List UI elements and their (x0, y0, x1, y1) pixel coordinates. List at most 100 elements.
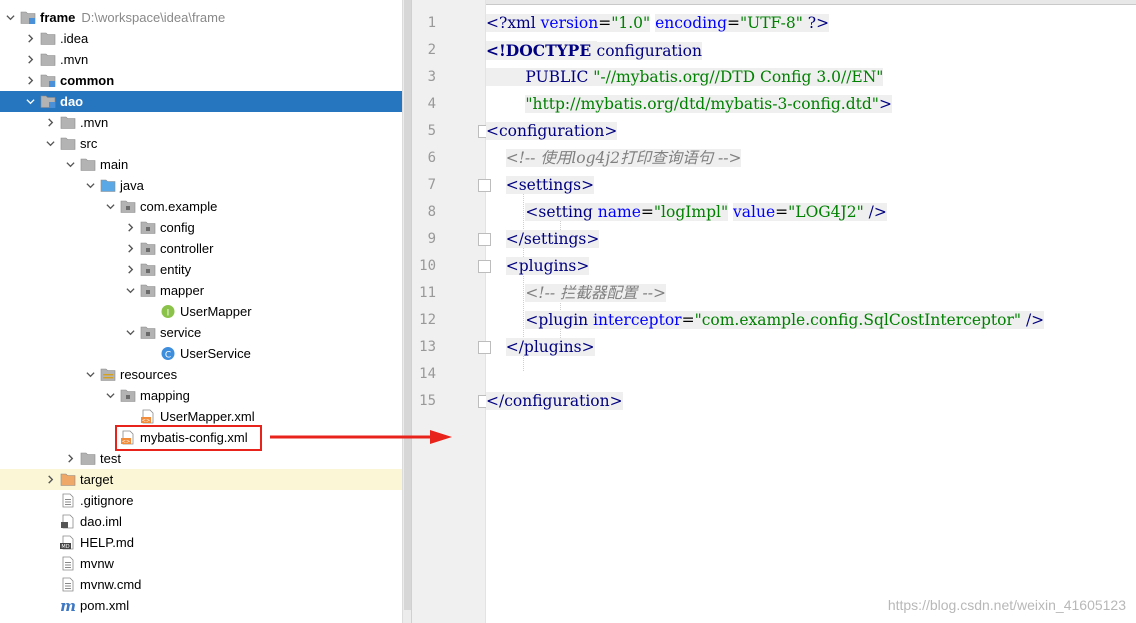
tree-item[interactable]: mapper (0, 280, 402, 301)
tree-item[interactable]: java (0, 175, 402, 196)
chevron-right-icon[interactable] (24, 49, 36, 70)
tree-item[interactable]: test (0, 448, 402, 469)
chevron-down-icon[interactable] (104, 385, 116, 406)
tree-item[interactable]: target (0, 469, 402, 490)
tree-item-label: controller (160, 241, 214, 256)
tree-item[interactable]: resources (0, 364, 402, 385)
code-line[interactable]: <configuration> (486, 118, 618, 145)
text-file-icon (60, 577, 76, 592)
chevron-down-icon[interactable] (44, 133, 56, 154)
package-icon (120, 388, 136, 403)
tree-item[interactable]: controller (0, 238, 402, 259)
line-number: 5 (427, 123, 436, 139)
code-line[interactable]: </plugins> (486, 334, 595, 361)
module-folder-icon (40, 73, 56, 88)
line-number: 3 (427, 69, 436, 85)
chevron-right-icon[interactable] (124, 238, 136, 259)
tree-item[interactable]: com.example (0, 196, 402, 217)
line-number: 11 (419, 285, 436, 301)
tree-item[interactable]: entity (0, 259, 402, 280)
tree-item[interactable]: .idea (0, 28, 402, 49)
code-line[interactable]: <!DOCTYPE configuration (486, 37, 702, 64)
chevron-right-icon[interactable] (124, 217, 136, 238)
tree-item[interactable]: mapping (0, 385, 402, 406)
watermark: https://blog.csdn.net/weixin_41605123 (887, 597, 1126, 613)
code-line[interactable]: </settings> (486, 226, 600, 253)
tree-item-label: mapper (160, 283, 205, 298)
tree-item[interactable]: .mvn (0, 112, 402, 133)
chevron-down-icon[interactable] (64, 154, 76, 175)
tree-item-label: src (80, 136, 98, 151)
svg-text:MD: MD (61, 544, 69, 550)
chevron-down-icon[interactable] (124, 322, 136, 343)
tree-item-label: UserMapper (180, 304, 252, 319)
tree-item[interactable]: dao.iml (0, 511, 402, 532)
editor-tab-strip (412, 0, 1136, 5)
tree-item[interactable]: config (0, 217, 402, 238)
code-token: <plugins> (505, 257, 590, 275)
code-token: = (727, 14, 741, 32)
code-editor[interactable]: 1 2 3 4 5 6 7 8 9 10 11 12 13 14 15 <?xml version="1.0… (411, 0, 1136, 623)
code-line[interactable]: <setting name="logImpl" value="LOG4J2" /… (486, 199, 887, 226)
tree-item[interactable]: MD HELP.md (0, 532, 402, 553)
code-line[interactable]: <plugins> (486, 253, 590, 280)
chevron-right-icon[interactable] (64, 448, 76, 469)
chevron-down-icon[interactable] (124, 280, 136, 301)
tree-item[interactable]: .gitignore (0, 490, 402, 511)
code-line[interactable]: PUBLIC "-//mybatis.org//DTD Config 3.0//… (486, 64, 884, 91)
tree-item[interactable]: <> UserMapper.xml (0, 406, 402, 427)
svg-text:C: C (165, 351, 171, 361)
tree-item[interactable]: service (0, 322, 402, 343)
code-line[interactable]: <!-- 使用log4j2打印查询语句 --> (486, 145, 742, 172)
tree-item[interactable]: mvnw.cmd (0, 574, 402, 595)
chevron-down-icon[interactable] (104, 196, 116, 217)
tree-item[interactable]: common (0, 70, 402, 91)
tree-item[interactable]: .mvn (0, 49, 402, 70)
svg-text:<>: <> (142, 418, 150, 424)
tree-scrollbar[interactable] (402, 0, 411, 623)
tree-item[interactable]: main (0, 154, 402, 175)
chevron-right-icon[interactable] (24, 28, 36, 49)
tree-item[interactable]: src (0, 133, 402, 154)
tree-item[interactable]: C UserService (0, 343, 402, 364)
line-number: 14 (419, 366, 436, 382)
code-line[interactable]: <plugin interceptor="com.example.config.… (486, 307, 1045, 334)
tree-item[interactable]: dao (0, 91, 402, 112)
tree-item-label: dao (60, 94, 84, 109)
code-token: <!DOCTYPE (486, 41, 597, 60)
package-icon (140, 220, 156, 235)
code-token: <setting (525, 203, 598, 221)
md-file-icon: MD (60, 535, 76, 550)
tree-item[interactable]: m pom.xml (0, 595, 402, 616)
chevron-right-icon[interactable] (44, 112, 56, 133)
resources-folder-icon (100, 367, 116, 382)
tree-item-label: mvnw.cmd (80, 577, 142, 592)
code-line[interactable]: <!-- 拦截器配置 --> (486, 280, 666, 307)
code-line[interactable]: </configuration> (486, 388, 623, 415)
chevron-right-icon[interactable] (24, 70, 36, 91)
tree-item-label: dao.iml (80, 514, 122, 529)
chevron-right-icon[interactable] (124, 259, 136, 280)
tree-item-label: frame D:\workspace\idea\frame (40, 10, 226, 25)
chevron-down-icon[interactable] (84, 364, 96, 385)
chevron-down-icon[interactable] (84, 175, 96, 196)
svg-text:I: I (167, 309, 170, 319)
tree-scrollbar-thumb[interactable] (404, 0, 411, 610)
folder-icon (80, 157, 96, 172)
tree-item[interactable]: I UserMapper (0, 301, 402, 322)
chevron-down-icon[interactable] (24, 91, 36, 112)
chevron-right-icon[interactable] (44, 469, 56, 490)
tree-item-label: common (60, 73, 115, 88)
text-file-icon (60, 556, 76, 571)
code-line[interactable]: <settings> (486, 172, 595, 199)
code-line[interactable]: <?xml version="1.0" encoding="UTF-8" ?> (486, 10, 830, 37)
tree-item-label: mapping (140, 388, 190, 403)
chevron-down-icon[interactable] (4, 7, 16, 28)
tree-item[interactable]: frame D:\workspace\idea\frame (0, 7, 402, 28)
code-line[interactable]: "http://mybatis.org/dtd/mybatis-3-config… (486, 91, 892, 118)
tree-item[interactable]: mvnw (0, 553, 402, 574)
